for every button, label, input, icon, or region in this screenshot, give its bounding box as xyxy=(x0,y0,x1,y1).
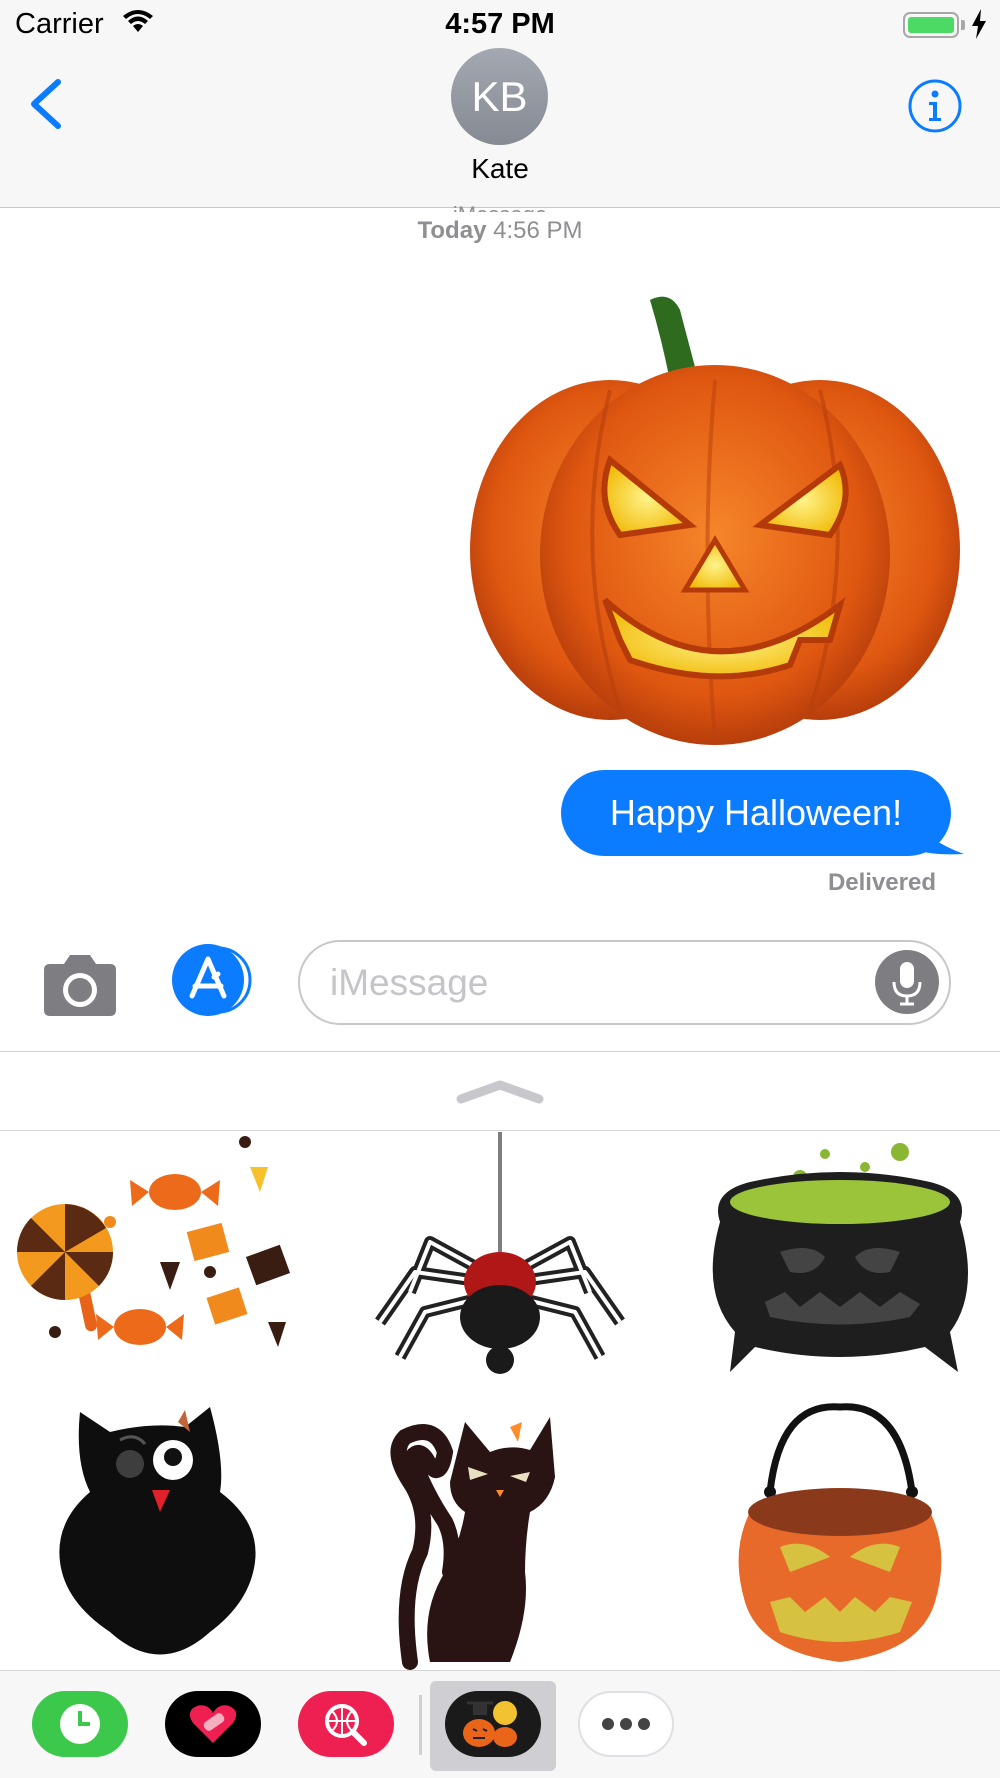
black-cat-sticker[interactable] xyxy=(350,1402,650,1672)
battery-cap xyxy=(961,20,965,30)
more-apps-button[interactable] xyxy=(578,1691,674,1757)
message-timestamp: Today 4:56 PM xyxy=(0,217,1000,245)
message-input-field[interactable] xyxy=(298,940,951,1025)
info-icon xyxy=(908,79,962,133)
timestamp-day: Today xyxy=(417,217,487,244)
service-label: iMessage xyxy=(0,202,1000,212)
sticker-grid xyxy=(0,1132,1000,1672)
compose-bar xyxy=(0,930,1000,1052)
info-button[interactable] xyxy=(907,78,963,134)
candy-sticker[interactable] xyxy=(10,1132,310,1402)
bubble-tail xyxy=(900,812,964,855)
messages-screen: Carrier 4:57 PM KB Kate Today 4:56 PM Ha… xyxy=(0,0,1000,1778)
delivery-status: Delivered xyxy=(827,869,936,896)
app-tray xyxy=(0,1670,1000,1778)
timestamp-time: 4:56 PM xyxy=(493,217,583,244)
cauldron-sticker[interactable] xyxy=(690,1132,990,1402)
app-drawer-header xyxy=(0,1053,1000,1131)
status-bar: Carrier 4:57 PM xyxy=(0,0,1000,50)
dictation-button[interactable] xyxy=(875,950,939,1014)
battery-icon xyxy=(903,12,959,38)
heart-bandage-app-icon[interactable] xyxy=(165,1691,261,1757)
contact-name[interactable]: Kate xyxy=(0,153,1000,185)
message-input[interactable] xyxy=(330,942,870,1023)
more-apps-icon xyxy=(602,1718,650,1730)
spider-sticker[interactable] xyxy=(350,1132,650,1402)
charging-bolt-icon xyxy=(970,9,988,44)
halloween-stickers-app-icon[interactable] xyxy=(445,1691,541,1757)
jack-o-lantern-sticker[interactable] xyxy=(470,290,960,750)
camera-button[interactable] xyxy=(40,950,120,1020)
navigation-header: Carrier 4:57 PM KB Kate xyxy=(0,0,1000,208)
outgoing-message-bubble[interactable]: Happy Halloween! xyxy=(561,770,951,856)
status-time: 4:57 PM xyxy=(445,8,555,40)
tray-divider xyxy=(419,1695,422,1755)
chevron-up-icon[interactable] xyxy=(455,1077,545,1107)
back-button[interactable] xyxy=(22,74,72,134)
app-store-button[interactable] xyxy=(168,944,258,1016)
microphone-icon xyxy=(892,962,922,1006)
camera-icon xyxy=(44,955,116,1016)
web-search-app-icon[interactable] xyxy=(298,1691,394,1757)
contact-avatar[interactable]: KB xyxy=(451,48,548,145)
owl-sticker[interactable] xyxy=(10,1402,310,1672)
chevron-left-icon xyxy=(31,79,61,129)
pumpkin-basket-sticker[interactable] xyxy=(690,1402,990,1672)
app-store-icon xyxy=(172,944,252,1016)
clock-app-icon[interactable] xyxy=(32,1691,128,1757)
